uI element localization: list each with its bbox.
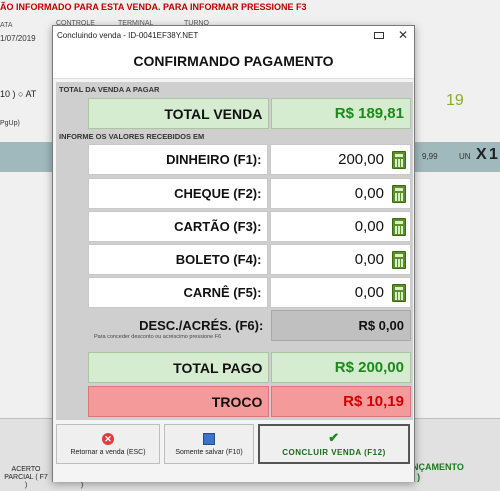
quantity-value: 1 bbox=[489, 146, 498, 163]
quantity-x: X bbox=[476, 146, 487, 163]
troco-label: TROCO bbox=[88, 386, 270, 417]
calculator-icon[interactable] bbox=[392, 284, 406, 302]
acerto-parcial-button[interactable]: ACERTO PARCIAL ( F7 ) bbox=[4, 466, 48, 490]
total-venda-label: TOTAL VENDA bbox=[88, 98, 270, 129]
total-pago-label: TOTAL PAGO bbox=[88, 352, 270, 383]
sale-date: 1/07/2019 bbox=[0, 34, 36, 43]
item-price: 9,99 bbox=[422, 152, 438, 161]
somente-salvar-button[interactable]: Somente salvar (F10) bbox=[164, 424, 254, 464]
cartao-value: 0,00 bbox=[354, 218, 384, 235]
tab-pgup[interactable]: PgUp) bbox=[0, 120, 60, 134]
cancel-icon: ✕ bbox=[102, 432, 114, 445]
troco-row: TROCO R$ 10,19 bbox=[58, 386, 411, 417]
window-title: Concluindo venda - ID-0041EF38Y.NET bbox=[57, 30, 199, 40]
dinheiro-input[interactable]: 200,00 bbox=[270, 144, 411, 175]
dinheiro-value: 200,00 bbox=[338, 151, 384, 168]
retornar-venda-label: Retornar a venda (ESC) bbox=[70, 448, 146, 456]
calculator-icon[interactable] bbox=[392, 151, 406, 169]
payment-row-carne: CARNÊ (F5): 0,00 bbox=[58, 277, 411, 308]
dialog-header: CONFIRMANDO PAGAMENTO bbox=[53, 44, 414, 79]
total-venda-value: R$ 189,81 bbox=[271, 98, 411, 129]
calculator-icon[interactable] bbox=[392, 185, 406, 203]
close-icon[interactable]: ✕ bbox=[398, 28, 408, 42]
total-pago-row: TOTAL PAGO R$ 200,00 bbox=[58, 352, 411, 383]
payment-dialog: Concluindo venda - ID-0041EF38Y.NET ✕ CO… bbox=[52, 25, 415, 482]
dialog-titlebar: Concluindo venda - ID-0041EF38Y.NET ✕ bbox=[53, 26, 414, 44]
cheque-input[interactable]: 0,00 bbox=[270, 178, 411, 209]
cartao-input[interactable]: 0,00 bbox=[270, 211, 411, 242]
payment-row-cartao: CARTÃO (F3): 0,00 bbox=[58, 211, 411, 242]
money-check-icon: ✔ bbox=[328, 429, 340, 445]
total-venda-row: TOTAL VENDA R$ 189,81 bbox=[58, 98, 411, 129]
carne-label: CARNÊ (F5): bbox=[88, 277, 269, 308]
section-total: TOTAL DA VENDA A PAGAR bbox=[59, 85, 160, 94]
calculator-icon[interactable] bbox=[392, 251, 406, 269]
restore-icon[interactable] bbox=[374, 31, 384, 39]
concluir-venda-button[interactable]: ✔ CONCLUIR VENDA (F12) bbox=[258, 424, 410, 464]
dinheiro-label: DINHEIRO (F1): bbox=[88, 144, 269, 175]
save-icon bbox=[203, 432, 215, 445]
retornar-venda-button[interactable]: ✕ Retornar a venda (ESC) bbox=[56, 424, 160, 464]
cheque-value: 0,00 bbox=[354, 185, 384, 202]
carne-value: 0,00 bbox=[354, 284, 384, 301]
cheque-label: CHEQUE (F2): bbox=[88, 178, 269, 209]
concluir-venda-label: CONCLUIR VENDA (F12) bbox=[282, 447, 386, 457]
boleto-input[interactable]: 0,00 bbox=[270, 244, 411, 275]
payment-row-boleto: BOLETO (F4): 0,00 bbox=[58, 244, 411, 275]
calculator-icon[interactable] bbox=[392, 218, 406, 236]
payment-row-dinheiro: DINHEIRO (F1): 200,00 bbox=[58, 144, 411, 175]
warning-banner: ÃO INFORMADO PARA ESTA VENDA. PARA INFOR… bbox=[0, 2, 307, 12]
somente-salvar-label: Somente salvar (F10) bbox=[175, 448, 243, 456]
desc-acres-value[interactable]: R$ 0,00 bbox=[271, 310, 411, 341]
cartao-label: CARTÃO (F3): bbox=[88, 211, 269, 242]
column-data: ATA bbox=[0, 22, 13, 29]
boleto-value: 0,00 bbox=[354, 251, 384, 268]
dialog-footer: ✕ Retornar a venda (ESC) Somente salvar … bbox=[53, 420, 414, 482]
boleto-label: BOLETO (F4): bbox=[88, 244, 269, 275]
section-recebidos: INFORME OS VALORES RECEBIDOS EM bbox=[59, 132, 205, 141]
desc-note: Para conceder desconto ou acréscimo pres… bbox=[94, 334, 222, 340]
total-pago-value: R$ 200,00 bbox=[271, 352, 411, 383]
carne-input[interactable]: 0,00 bbox=[270, 277, 411, 308]
big-number: 19 bbox=[446, 92, 464, 109]
troco-value: R$ 10,19 bbox=[271, 386, 411, 417]
payment-row-cheque: CHEQUE (F2): 0,00 bbox=[58, 178, 411, 209]
item-unit: UN bbox=[459, 152, 471, 161]
payment-panel: TOTAL DA VENDA A PAGAR TOTAL VENDA R$ 18… bbox=[56, 82, 413, 439]
background-radio[interactable]: 10 ) ○ AT bbox=[0, 89, 36, 99]
